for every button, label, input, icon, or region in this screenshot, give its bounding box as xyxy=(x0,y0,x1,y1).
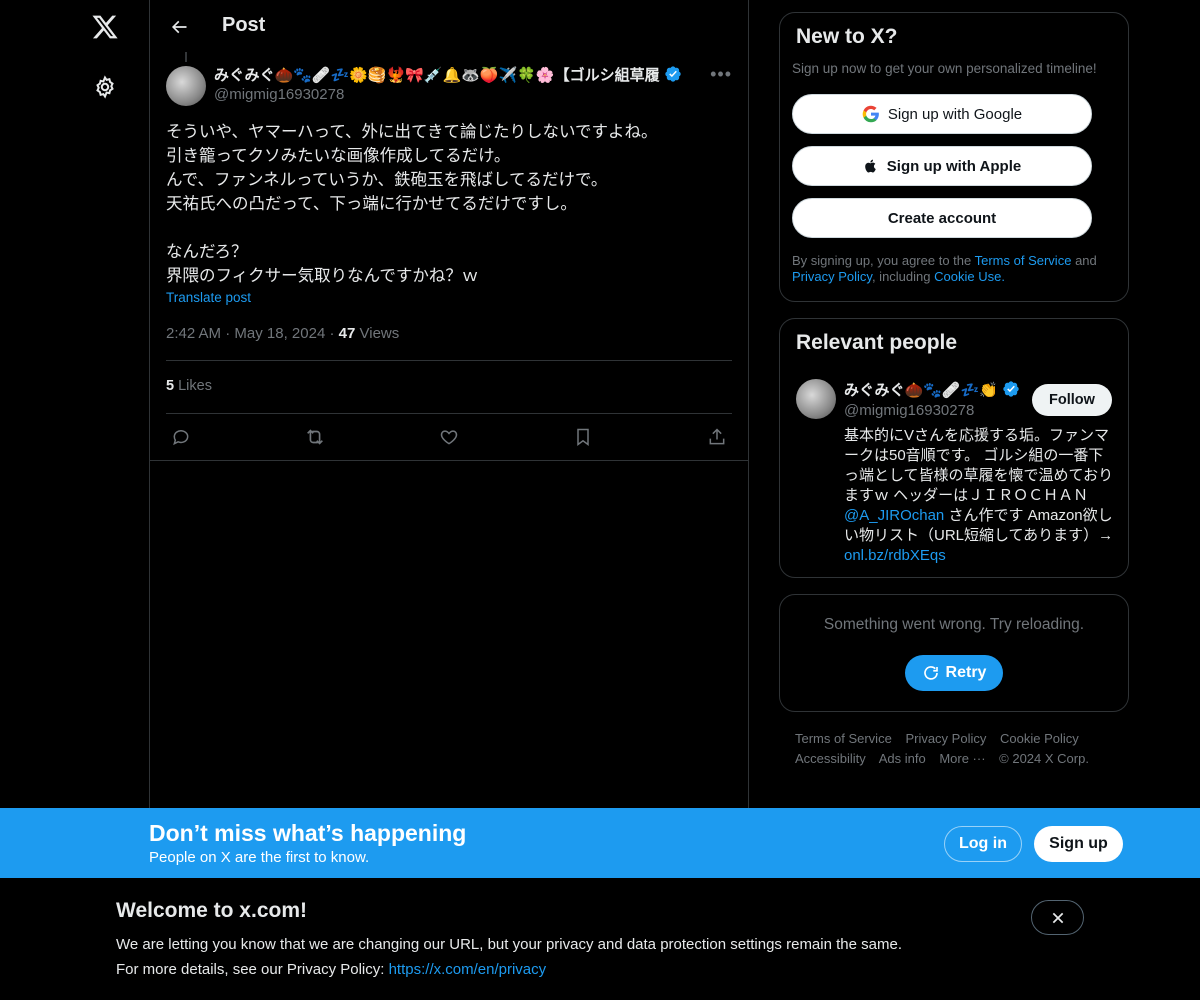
verified-badge-icon xyxy=(1003,381,1019,397)
footer-link[interactable]: Accessibility xyxy=(795,751,866,766)
signup-google-button[interactable]: Sign up with Google xyxy=(792,94,1092,134)
google-icon xyxy=(862,105,879,123)
footer-more-link[interactable]: More ··· xyxy=(939,751,985,766)
url-change-notice: Welcome to x.com! We are letting you kno… xyxy=(0,878,1200,1000)
footer-link[interactable]: Terms of Service xyxy=(795,731,892,746)
gear-icon[interactable] xyxy=(84,66,126,108)
login-prompt-bar: Don’t miss what’s happening People on X … xyxy=(0,808,1200,878)
avatar[interactable] xyxy=(796,379,836,419)
divider xyxy=(166,360,732,361)
post-text-line: 天祐氏への凸だって、下っ端に行かせてるだけですし。 xyxy=(166,195,577,213)
author-name[interactable]: みぐみぐ🌰🐾🩹💤🌼🥞🐦‍🔥🎀💉🔔🦝🍑✈️🍀🌸【ゴルシ組草履 xyxy=(214,64,682,85)
footer-link[interactable]: Privacy Policy xyxy=(905,731,986,746)
likes-link[interactable]: 5 Likes xyxy=(166,378,212,394)
repost-icon[interactable] xyxy=(304,426,326,448)
privacy-policy-link[interactable]: https://x.com/en/privacy xyxy=(389,961,547,978)
cookie-link[interactable]: Cookie Use. xyxy=(934,269,1005,284)
legal-prefix: By signing up, you agree to the xyxy=(792,253,972,268)
create-account-label: Create account xyxy=(887,209,997,227)
views-count: 47 xyxy=(338,325,356,342)
page-header: Post xyxy=(150,0,748,53)
apple-icon xyxy=(864,159,876,173)
signup-card-subtitle: Sign up now to get your own personalized… xyxy=(792,61,1097,76)
retry-button[interactable]: Retry xyxy=(905,655,1003,691)
signup-legal-text: By signing up, you agree to the Terms of… xyxy=(792,253,1112,285)
x-logo-icon[interactable] xyxy=(84,6,126,48)
signup-google-label: Sign up with Google xyxy=(887,105,1023,123)
login-button[interactable]: Log in xyxy=(944,826,1022,862)
login-prompt-title: Don’t miss what’s happening xyxy=(149,820,467,846)
post-text: そういや、ヤマーハって、外に出てきて論じたりしないですよね。 引き籠ってクソみた… xyxy=(166,120,732,288)
person-name-text: みぐみぐ🌰🐾🩹💤👏 xyxy=(844,382,998,399)
views-label: Views xyxy=(359,325,400,342)
post-text-line: なんだろ？ xyxy=(166,243,248,261)
verified-badge-icon xyxy=(664,66,681,82)
legal-and: and xyxy=(1075,253,1097,268)
bookmark-icon[interactable] xyxy=(572,426,594,448)
likes-count: 5 xyxy=(166,378,175,394)
person-bio: 基本的にVさんを応援する垢。ファンマークは50音順です。 ゴルシ組の一番下っ端と… xyxy=(844,426,1116,566)
footer-links: Terms of Service Privacy Policy Cookie P… xyxy=(795,729,1125,769)
reply-icon[interactable] xyxy=(170,426,192,448)
person-handle[interactable]: @migmig16930278 xyxy=(844,402,974,419)
meta-dot: · xyxy=(329,325,339,342)
page-title: Post xyxy=(222,14,266,36)
post-date[interactable]: May 18, 2024 xyxy=(234,325,325,342)
retry-label: Retry xyxy=(945,664,987,681)
post-text-line: んで、ファンネルっていうか、鉄砲玉を飛ばしてるだけで。 xyxy=(166,171,608,189)
more-options-icon[interactable]: ••• xyxy=(710,64,732,85)
login-prompt-subtitle: People on X are the first to know. xyxy=(149,849,370,866)
left-nav xyxy=(80,0,130,808)
footer-link[interactable]: Cookie Policy xyxy=(1000,731,1079,746)
likes-label: Likes xyxy=(178,378,212,394)
post-actions xyxy=(150,414,748,461)
notice-text: For more details, see our Privacy Policy… xyxy=(116,961,546,978)
like-icon[interactable] xyxy=(438,426,460,448)
post-meta: 2:42 AM · May 18, 2024 · 47 Views xyxy=(166,325,399,342)
post-author: みぐみぐ🌰🐾🩹💤🌼🥞🐦‍🔥🎀💉🔔🦝🍑✈️🍀🌸【ゴルシ組草履 @migmig169… xyxy=(166,64,732,108)
bio-url-link[interactable]: onl.bz/rdbXEqs xyxy=(844,547,946,564)
error-message: Something went wrong. Try reloading. xyxy=(823,616,1085,633)
close-button[interactable] xyxy=(1031,900,1084,935)
back-button[interactable] xyxy=(162,10,196,44)
signup-apple-button[interactable]: Sign up with Apple xyxy=(792,146,1092,186)
post-text-line: 引き籠ってクソみたいな画像作成してるだけ。 xyxy=(166,147,511,165)
signup-card-title: New to X? xyxy=(796,25,898,48)
copyright: © 2024 X Corp. xyxy=(999,751,1089,766)
author-handle[interactable]: @migmig16930278 xyxy=(214,86,344,103)
post-text-line xyxy=(166,216,732,240)
bio-text: 基本的にVさんを応援する垢。ファンマークは50音順です。 ゴルシ組の一番下っ端と… xyxy=(844,427,1114,504)
translate-post-link[interactable]: Translate post xyxy=(166,290,251,305)
arrow-left-icon xyxy=(171,20,187,34)
post-time[interactable]: 2:42 AM xyxy=(166,325,221,342)
author-name-text: みぐみぐ🌰🐾🩹💤🌼🥞🐦‍🔥🎀💉🔔🦝🍑✈️🍀🌸【ゴルシ組草履 xyxy=(214,67,660,84)
signup-button[interactable]: Sign up xyxy=(1034,826,1123,862)
meta-dot: · xyxy=(225,325,235,342)
post-text-line: 界隈のフィクサー気取りなんですかね？ｗ xyxy=(166,267,479,285)
main-column: Post みぐみぐ🌰🐾🩹💤🌼🥞🐦‍🔥🎀💉🔔🦝🍑✈️🍀🌸【ゴルシ組草履 @migm… xyxy=(149,0,749,808)
notice-text: We are letting you know that we are chan… xyxy=(116,936,902,953)
refresh-icon xyxy=(923,666,938,680)
legal-including: , including xyxy=(871,269,931,284)
privacy-link[interactable]: Privacy Policy xyxy=(792,269,872,284)
relevant-people-title: Relevant people xyxy=(796,331,958,354)
close-icon xyxy=(1052,912,1063,923)
bio-mention-link[interactable]: @A_JIROchan xyxy=(844,507,944,524)
signup-apple-label: Sign up with Apple xyxy=(886,157,1022,175)
thread-line xyxy=(185,52,187,62)
relevant-people-card: Relevant people みぐみぐ🌰🐾🩹💤👏 @migmig1693027… xyxy=(779,318,1129,578)
follow-button[interactable]: Follow xyxy=(1032,384,1112,416)
footer-link[interactable]: Ads info xyxy=(879,751,926,766)
avatar[interactable] xyxy=(166,66,206,106)
error-card: Something went wrong. Try reloading. Ret… xyxy=(779,594,1129,712)
terms-link[interactable]: Terms of Service xyxy=(975,253,1072,268)
create-account-button[interactable]: Create account xyxy=(792,198,1092,238)
notice-text-prefix: For more details, see our Privacy Policy… xyxy=(116,961,389,978)
notice-title: Welcome to x.com! xyxy=(116,899,307,922)
person-name[interactable]: みぐみぐ🌰🐾🩹💤👏 xyxy=(844,379,1020,400)
post-text-line: そういや、ヤマーハって、外に出てきて論じたりしないですよね。 xyxy=(166,123,658,141)
signup-card: New to X? Sign up now to get your own pe… xyxy=(779,12,1129,302)
share-icon[interactable] xyxy=(706,426,728,448)
